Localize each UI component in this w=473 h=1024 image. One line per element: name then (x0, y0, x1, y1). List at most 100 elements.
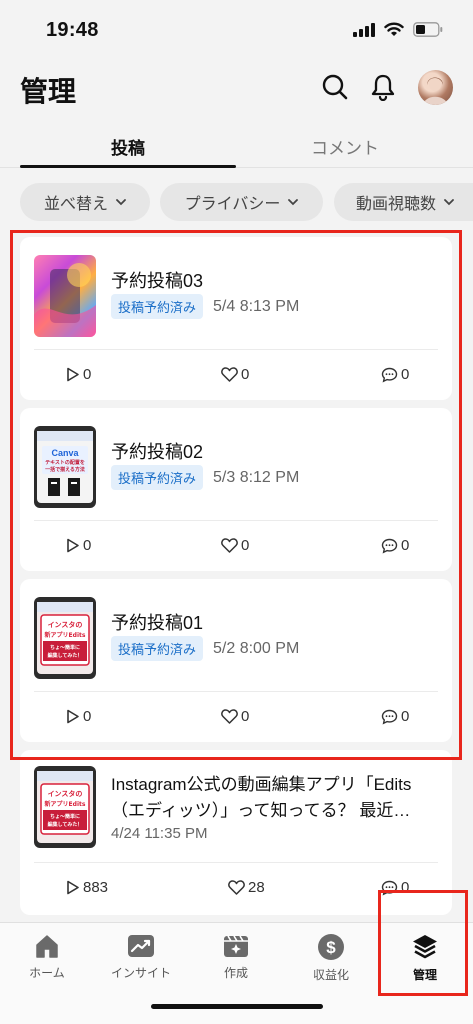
post-card[interactable]: インスタの 新アプリEdits ちょ～簡単に 編集してみた！ Instagram… (20, 750, 452, 915)
post-title: 予約投稿03 (111, 271, 204, 291)
likes-stat: 0 (221, 366, 249, 383)
plays-count: 0 (83, 366, 92, 383)
tab-posts[interactable]: 投稿 (28, 134, 228, 159)
home-icon (36, 935, 58, 958)
nav-create-label: 作成 (223, 966, 248, 980)
thumbnail-line: 新アプリEdits (45, 800, 86, 808)
chevron-down-icon (444, 198, 454, 205)
post-thumbnail (34, 255, 96, 337)
post-thumbnail: インスタの 新アプリEdits ちょ～簡単に 編集してみた！ (34, 597, 96, 679)
likes-stat: 0 (221, 537, 249, 554)
post-card[interactable]: 予約投稿03 投稿予約済み 5/4 8:13 PM 0 0 0 (20, 237, 452, 400)
post-title-line1: Instagram公式の動画編集アプリ「Edits (111, 775, 412, 794)
views-filter-chip[interactable]: 動画視聴数 (334, 183, 473, 221)
status-time: 19:48 (46, 19, 99, 41)
comment-icon (381, 880, 398, 895)
card-divider (34, 520, 438, 521)
nav-manage-label: 管理 (412, 968, 437, 982)
post-time: 5/4 8:13 PM (213, 298, 300, 315)
sort-filter-label: 並べ替え (43, 196, 108, 213)
likes-count: 0 (241, 708, 250, 725)
comments-stat: 0 (381, 708, 409, 725)
chevron-down-icon (116, 198, 126, 205)
card-divider (34, 349, 438, 350)
create-icon (224, 935, 248, 957)
tab-bar: 投稿 コメント (0, 122, 473, 168)
plays-stat: 883 (66, 879, 108, 896)
cellular-signal-icon (353, 22, 375, 37)
nav-monetize[interactable]: $ 収益化 (286, 933, 376, 983)
post-title: 予約投稿01 (111, 613, 204, 633)
play-icon (67, 880, 79, 895)
filter-bar: 並べ替え プライバシー 動画視聴数 (0, 183, 473, 223)
scheduled-badge: 投稿予約済み (111, 465, 204, 490)
avatar[interactable] (418, 70, 453, 105)
bell-icon[interactable] (368, 72, 398, 102)
likes-count: 0 (241, 366, 250, 383)
thumbnail-title: インスタの (48, 620, 83, 629)
play-icon (67, 367, 79, 382)
plays-count: 0 (83, 708, 92, 725)
privacy-filter-chip[interactable]: プライバシー (160, 183, 323, 221)
chevron-down-icon (288, 198, 299, 205)
thumbnail-line: 一括で揃える方法 (45, 466, 85, 473)
nav-monetize-label: 収益化 (312, 968, 349, 982)
comment-icon (381, 709, 398, 724)
active-tab-indicator (20, 165, 236, 168)
plays-count: 883 (83, 879, 109, 896)
comments-count: 0 (401, 708, 410, 725)
likes-count: 0 (241, 537, 250, 554)
comment-icon (381, 367, 398, 382)
plays-stat: 0 (66, 708, 91, 725)
likes-stat: 28 (228, 879, 265, 896)
thumbnail-line: 編集してみた！ (48, 821, 83, 828)
svg-text:$: $ (326, 938, 336, 957)
thumbnail-line: 新アプリEdits (45, 631, 86, 639)
comments-stat: 0 (381, 537, 409, 554)
views-filter-label: 動画視聴数 (356, 196, 437, 213)
post-title-line2: （エディッツ）」って知ってる？ 最近… (111, 801, 411, 820)
plays-stat: 0 (66, 366, 91, 383)
thumbnail-line: テキストの配置を (45, 459, 85, 466)
post-card[interactable]: インスタの 新アプリEdits ちょ～簡単に 編集してみた！ 予約投稿01 投稿… (20, 579, 452, 742)
nav-home-label: ホーム (29, 966, 65, 980)
comment-icon (381, 538, 398, 553)
search-icon[interactable] (320, 72, 350, 102)
battery-icon (413, 22, 443, 37)
scheduled-badge: 投稿予約済み (111, 294, 204, 319)
sort-filter-chip[interactable]: 並べ替え (20, 183, 150, 221)
plays-stat: 0 (66, 537, 91, 554)
post-time: 5/3 8:12 PM (213, 469, 300, 486)
heart-icon (221, 367, 238, 382)
page-title: 管理 (20, 76, 77, 107)
thumbnail-title: インスタの (48, 789, 83, 798)
likes-count: 28 (248, 879, 265, 896)
status-bar: 19:48 (0, 0, 473, 58)
comments-stat: 0 (381, 366, 409, 383)
post-thumbnail: Canva テキストの配置を 一括で揃える方法 (34, 426, 96, 508)
dollar-icon: $ (318, 934, 344, 960)
thumbnail-title: Canva (51, 448, 79, 458)
post-card[interactable]: Canva テキストの配置を 一括で揃える方法 予約投稿02 投稿予約済み 5/… (20, 408, 452, 571)
home-indicator (151, 1004, 323, 1009)
thumbnail-line: 編集してみた！ (48, 652, 83, 659)
nav-home[interactable]: ホーム (2, 933, 92, 981)
thumbnail-line: ちょ～簡単に (50, 644, 80, 651)
nav-insights-label: インサイト (110, 966, 171, 980)
card-divider (34, 862, 438, 863)
comments-count: 0 (401, 366, 410, 383)
scheduled-badge: 投稿予約済み (111, 636, 204, 661)
play-icon (67, 538, 79, 553)
tab-comments[interactable]: コメント (245, 134, 445, 159)
nav-insights[interactable]: インサイト (96, 933, 186, 981)
layers-icon (413, 935, 437, 959)
likes-stat: 0 (221, 708, 249, 725)
heart-icon (221, 709, 238, 724)
nav-create[interactable]: 作成 (191, 933, 281, 981)
heart-icon (221, 538, 238, 553)
insights-icon (128, 935, 154, 957)
comments-count: 0 (401, 537, 410, 554)
thumbnail-line: ちょ～簡単に (50, 813, 80, 820)
status-icons (353, 22, 443, 37)
nav-manage[interactable]: 管理 (380, 933, 470, 983)
